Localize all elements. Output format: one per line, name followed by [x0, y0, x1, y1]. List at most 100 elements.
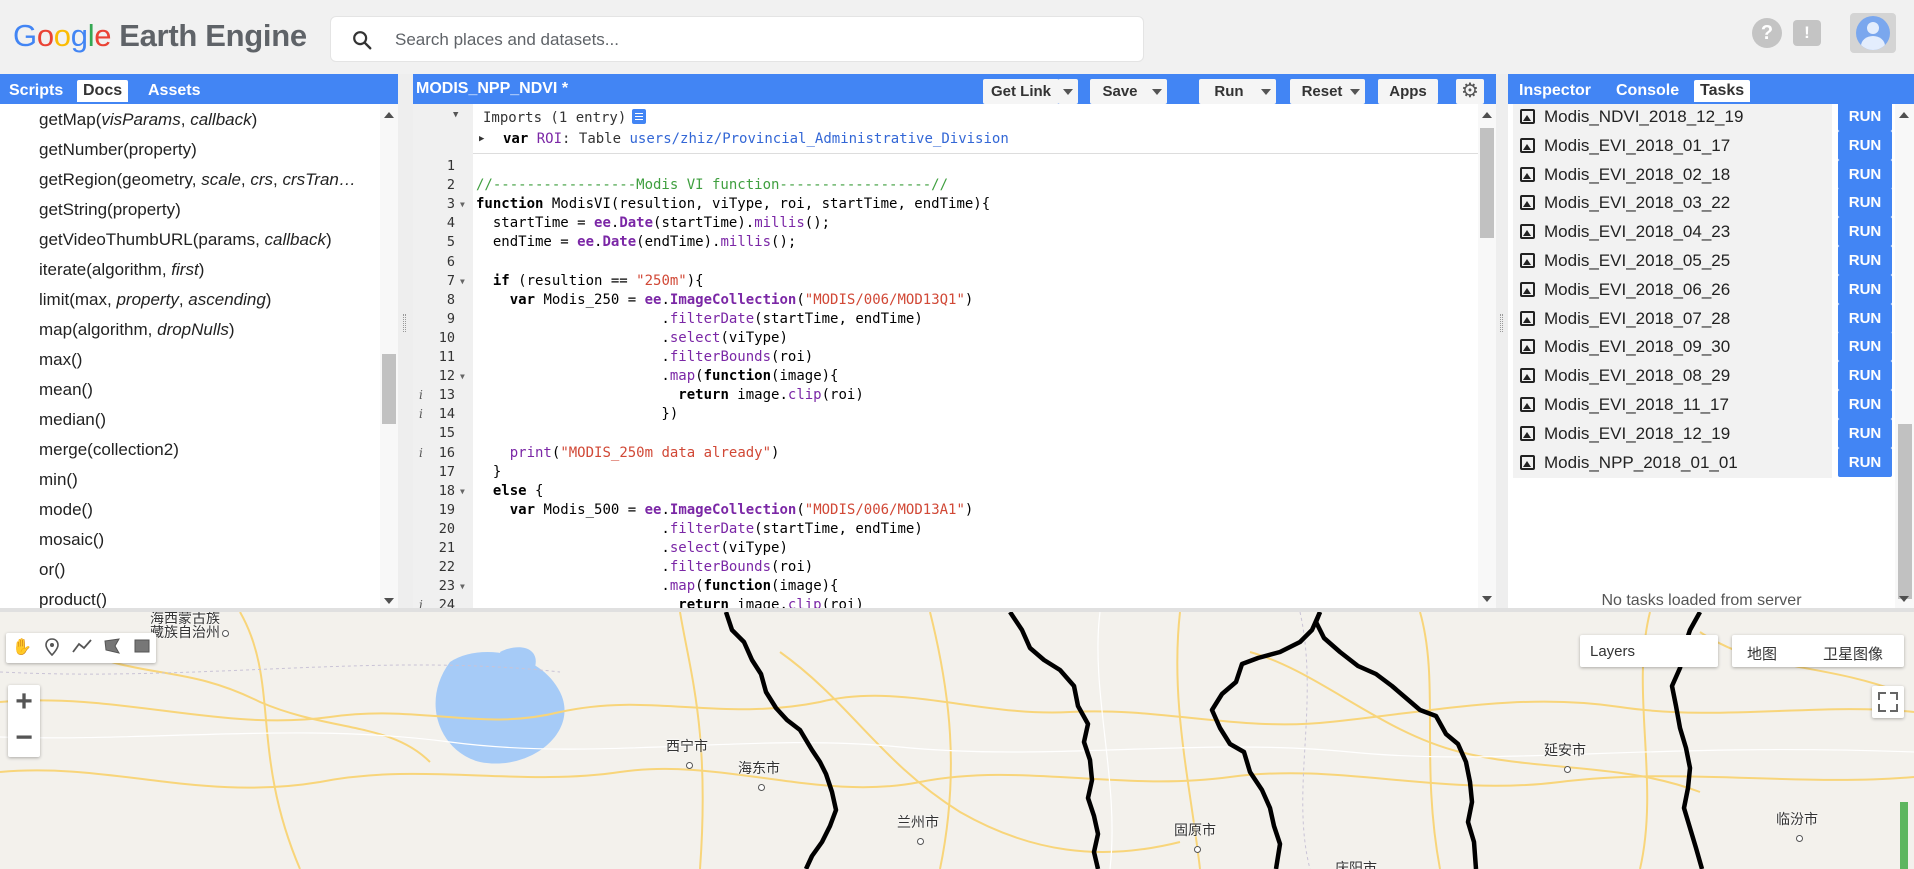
- task-name-cell[interactable]: Modis_EVI_2018_03_22: [1513, 187, 1832, 219]
- script-title[interactable]: MODIS_NPP_NDVI *: [416, 80, 568, 98]
- fullscreen-icon[interactable]: [1872, 686, 1904, 718]
- import-asset-path[interactable]: users/zhiz/Provincial_Administrative_Div…: [629, 131, 1008, 147]
- doc-method-item[interactable]: getString(property): [39, 200, 357, 220]
- code-line[interactable]: 12 ▼ .map(function(image){: [413, 367, 1478, 386]
- task-name-cell[interactable]: Modis_EVI_2018_05_25: [1513, 245, 1832, 276]
- zoom-out-button[interactable]: −: [8, 721, 40, 757]
- code-line[interactable]: i 13 return image.clip(roi): [413, 386, 1478, 405]
- scrollbar-thumb[interactable]: [1898, 424, 1912, 599]
- scroll-down-icon[interactable]: [1482, 596, 1492, 602]
- doc-method-item[interactable]: mode(): [39, 500, 357, 520]
- reset-dropdown[interactable]: [1345, 79, 1365, 104]
- get-link-dropdown[interactable]: [1058, 79, 1078, 104]
- task-run-button[interactable]: RUN: [1838, 104, 1892, 131]
- code-line[interactable]: 9 .filterDate(startTime, endTime): [413, 310, 1478, 329]
- layers-button[interactable]: Layers: [1580, 635, 1718, 667]
- task-run-button[interactable]: RUN: [1838, 130, 1892, 160]
- doc-method-item[interactable]: or(): [39, 560, 357, 580]
- splitter-grip[interactable]: [403, 314, 406, 332]
- task-run-button[interactable]: RUN: [1838, 217, 1892, 247]
- tab-docs[interactable]: Docs: [77, 80, 129, 102]
- code-line[interactable]: 20 .filterDate(startTime, endTime): [413, 520, 1478, 539]
- task-run-button[interactable]: RUN: [1838, 159, 1892, 189]
- code-line[interactable]: 17 }: [413, 463, 1478, 482]
- task-name-cell[interactable]: Modis_EVI_2018_09_30: [1513, 331, 1832, 363]
- fold-arrow-icon[interactable]: ▼: [460, 577, 465, 596]
- doc-method-item[interactable]: mosaic(): [39, 530, 357, 550]
- run-dropdown[interactable]: [1256, 79, 1276, 104]
- code-line[interactable]: 6: [413, 253, 1478, 272]
- expand-arrow-icon[interactable]: ▶: [479, 134, 484, 144]
- scrollbar-thumb[interactable]: [1480, 128, 1494, 238]
- pan-hand-icon[interactable]: ✋: [12, 638, 32, 658]
- code-line[interactable]: 19 var Modis_500 = ee.ImageCollection("M…: [413, 501, 1478, 520]
- search-input[interactable]: [395, 25, 1115, 55]
- right-splitter[interactable]: [1496, 74, 1508, 612]
- draw-rectangle-icon[interactable]: [132, 638, 152, 658]
- code-line[interactable]: 7 ▼ if (resultion == "250m"){: [413, 272, 1478, 291]
- fold-arrow-icon[interactable]: ▼: [460, 367, 465, 386]
- app-logo[interactable]: Google Earth Engine: [13, 18, 307, 54]
- code-line[interactable]: 3 ▼ function ModisVI(resultion, viType, ro…: [413, 195, 1478, 214]
- tab-scripts[interactable]: Scripts: [3, 80, 69, 102]
- task-name-cell[interactable]: Modis_NPP_2018_01_01: [1513, 446, 1832, 478]
- help-icon[interactable]: ?: [1752, 18, 1782, 48]
- code-line[interactable]: 2 //-----------------Modis VI function---…: [413, 176, 1478, 195]
- scroll-down-icon[interactable]: [384, 598, 394, 604]
- doc-method-item[interactable]: getRegion(geometry, scale, crs, crsTran…: [39, 170, 357, 190]
- scrollbar-thumb[interactable]: [382, 354, 396, 424]
- splitter-grip[interactable]: [1500, 314, 1503, 332]
- tab-console[interactable]: Console: [1610, 80, 1685, 102]
- docs-scrollbar[interactable]: [380, 104, 398, 608]
- code-line[interactable]: 4 startTime = ee.Date(startTime).millis(…: [413, 214, 1478, 233]
- get-link-button[interactable]: Get Link: [983, 79, 1059, 104]
- zoom-in-button[interactable]: +: [8, 685, 40, 721]
- task-run-button[interactable]: RUN: [1838, 274, 1892, 304]
- editor-scrollbar[interactable]: [1478, 104, 1496, 608]
- task-name-cell[interactable]: Modis_EVI_2018_07_28: [1513, 302, 1832, 334]
- scroll-up-icon[interactable]: [1899, 112, 1909, 118]
- task-run-button[interactable]: RUN: [1838, 188, 1892, 218]
- fold-arrow-icon[interactable]: ▼: [453, 110, 458, 120]
- import-entry[interactable]: var ROI: Table users/zhiz/Provincial_Adm…: [503, 131, 1009, 147]
- code-line[interactable]: 10 .select(viType): [413, 329, 1478, 348]
- account-button[interactable]: [1850, 13, 1896, 53]
- feedback-icon[interactable]: !: [1793, 20, 1821, 46]
- task-name-cell[interactable]: Modis_EVI_2018_02_18: [1513, 158, 1832, 190]
- doc-method-item[interactable]: getNumber(property): [39, 140, 357, 160]
- imports-header[interactable]: Imports (1 entry): [483, 109, 647, 126]
- code-line[interactable]: 15: [413, 424, 1478, 443]
- doc-method-item[interactable]: max(): [39, 350, 357, 370]
- code-line[interactable]: 8 var Modis_250 = ee.ImageCollection("MO…: [413, 291, 1478, 310]
- apps-button[interactable]: Apps: [1378, 79, 1438, 104]
- code-editor[interactable]: ▼ Imports (1 entry) ▶ var ROI: Table use…: [413, 104, 1478, 608]
- tab-assets[interactable]: Assets: [142, 80, 206, 102]
- task-name-cell[interactable]: Modis_EVI_2018_01_17: [1513, 129, 1832, 161]
- task-run-button[interactable]: RUN: [1838, 246, 1892, 275]
- add-marker-icon[interactable]: [42, 638, 62, 658]
- code-line[interactable]: 18 ▼ else {: [413, 482, 1478, 501]
- code-line[interactable]: 11 .filterBounds(roi): [413, 348, 1478, 367]
- code-line[interactable]: 5 endTime = ee.Date(endTime).millis();: [413, 233, 1478, 252]
- left-splitter[interactable]: [398, 74, 413, 612]
- task-run-button[interactable]: RUN: [1838, 303, 1892, 333]
- doc-method-item[interactable]: iterate(algorithm, first): [39, 260, 357, 280]
- fold-arrow-icon[interactable]: ▼: [460, 195, 465, 214]
- task-name-cell[interactable]: Modis_EVI_2018_12_19: [1513, 417, 1832, 449]
- task-run-button[interactable]: RUN: [1838, 390, 1892, 419]
- code-line[interactable]: 1: [413, 157, 1478, 176]
- code-line[interactable]: 23 ▼ .map(function(image){: [413, 577, 1478, 596]
- code-line[interactable]: 21 .select(viType): [413, 539, 1478, 558]
- doc-method-item[interactable]: map(algorithm, dropNulls): [39, 320, 357, 340]
- tab-inspector[interactable]: Inspector: [1513, 80, 1597, 102]
- search-box[interactable]: [330, 16, 1144, 62]
- map-type-map-button[interactable]: 地图: [1747, 643, 1777, 664]
- doc-method-item[interactable]: median(): [39, 410, 357, 430]
- show-generated-code-icon[interactable]: [632, 109, 647, 124]
- task-run-button[interactable]: RUN: [1838, 418, 1892, 448]
- task-run-button[interactable]: RUN: [1838, 447, 1892, 477]
- task-run-button[interactable]: RUN: [1838, 332, 1892, 362]
- scroll-up-icon[interactable]: [384, 112, 394, 118]
- task-name-cell[interactable]: Modis_EVI_2018_04_23: [1513, 216, 1832, 248]
- task-run-button[interactable]: RUN: [1838, 361, 1892, 391]
